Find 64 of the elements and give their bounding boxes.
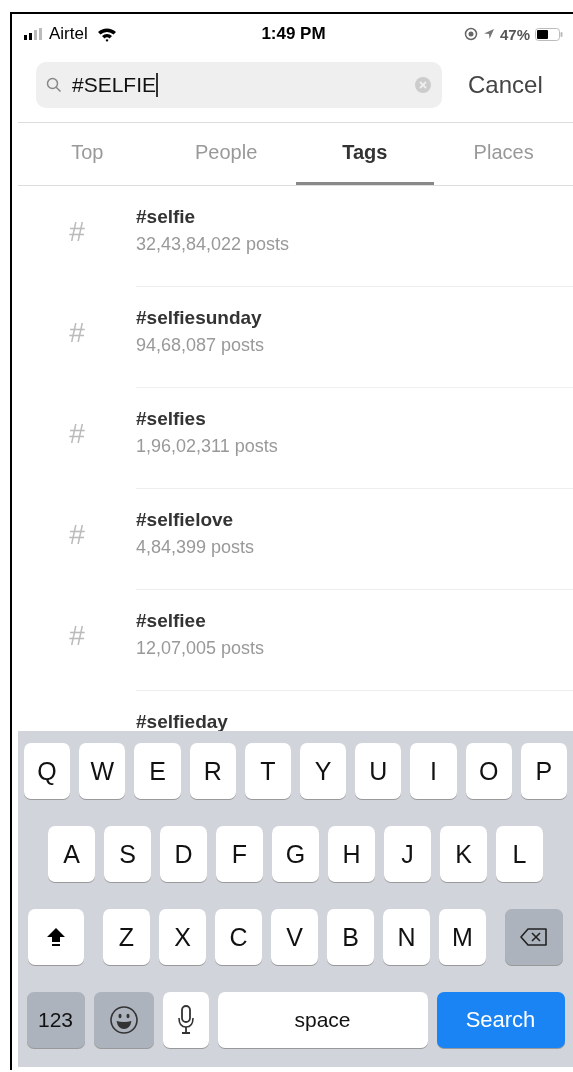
status-time: 1:49 PM <box>261 24 326 44</box>
tag-name: #selfiesunday <box>136 307 263 329</box>
shift-arrow-icon <box>46 927 66 947</box>
letter-key[interactable]: A <box>48 826 95 882</box>
letter-key[interactable]: Q <box>24 743 71 799</box>
battery-percent: 47% <box>499 25 530 43</box>
tag-name: #selfie <box>136 206 197 228</box>
letter-key[interactable]: N <box>383 909 430 965</box>
hashtag-icon: # <box>69 620 85 651</box>
letter-key[interactable]: Z <box>103 909 150 965</box>
carrier-name: Airtel <box>49 24 88 44</box>
letter-key[interactable]: T <box>244 743 291 799</box>
emoji-key[interactable] <box>93 992 154 1048</box>
letter-key[interactable]: X <box>159 909 206 965</box>
cancel-button[interactable]: Cancel <box>468 71 543 99</box>
letter-key[interactable]: Y <box>300 743 347 799</box>
hashtag-icon: # <box>69 418 85 449</box>
hashtag-icon: # <box>69 317 85 348</box>
post-count: 1,96,02,311 posts <box>136 436 279 457</box>
letter-key[interactable]: U <box>355 743 402 799</box>
letter-key[interactable]: L <box>496 826 543 882</box>
letter-key[interactable]: V <box>271 909 318 965</box>
backspace-icon <box>520 927 548 947</box>
lock-rotation-icon <box>463 27 478 41</box>
search-key[interactable]: Search <box>436 992 565 1048</box>
letter-key[interactable]: E <box>134 743 181 799</box>
post-count: 4,84,399 posts <box>136 537 256 558</box>
letter-key[interactable]: J <box>384 826 431 882</box>
letter-key[interactable]: H <box>328 826 375 882</box>
letter-key[interactable]: S <box>104 826 151 882</box>
backspace-key[interactable] <box>505 909 563 965</box>
tag-name: #selfielove <box>136 509 235 531</box>
wifi-icon <box>96 26 117 42</box>
letter-key[interactable]: C <box>215 909 262 965</box>
post-count: 12,07,005 posts <box>136 638 266 659</box>
shift-key[interactable] <box>28 909 84 965</box>
search-icon <box>46 77 62 93</box>
letter-key[interactable]: D <box>160 826 207 882</box>
letter-key[interactable]: B <box>327 909 374 965</box>
letter-key[interactable]: O <box>465 743 512 799</box>
hashtag-icon: # <box>69 216 85 247</box>
location-arrow-icon <box>482 28 495 40</box>
post-count: 32,43,84,022 posts <box>136 234 291 255</box>
search-field[interactable]: #SELFIE <box>36 62 442 108</box>
letter-key[interactable]: K <box>440 826 487 882</box>
hashtag-icon: # <box>69 519 85 550</box>
smiley-icon <box>108 1005 139 1035</box>
letter-key[interactable]: F <box>216 826 263 882</box>
battery-icon <box>535 27 563 41</box>
letter-key[interactable]: P <box>520 743 567 799</box>
letter-key[interactable]: I <box>410 743 457 799</box>
microphone-icon <box>177 1005 194 1035</box>
numbers-key[interactable]: 123 <box>26 992 85 1048</box>
post-count: 94,68,087 posts <box>136 335 266 356</box>
letter-key[interactable]: G <box>272 826 319 882</box>
tag-name: #selfiee <box>136 610 207 632</box>
dictation-key[interactable] <box>162 992 209 1048</box>
space-key[interactable]: space <box>217 992 428 1048</box>
signal-icon <box>24 28 44 40</box>
letter-key[interactable]: W <box>79 743 126 799</box>
tag-name: #selfies <box>136 408 207 430</box>
tab[interactable]: Tags <box>295 123 435 185</box>
letter-key[interactable]: M <box>439 909 486 965</box>
letter-key[interactable]: R <box>189 743 236 799</box>
